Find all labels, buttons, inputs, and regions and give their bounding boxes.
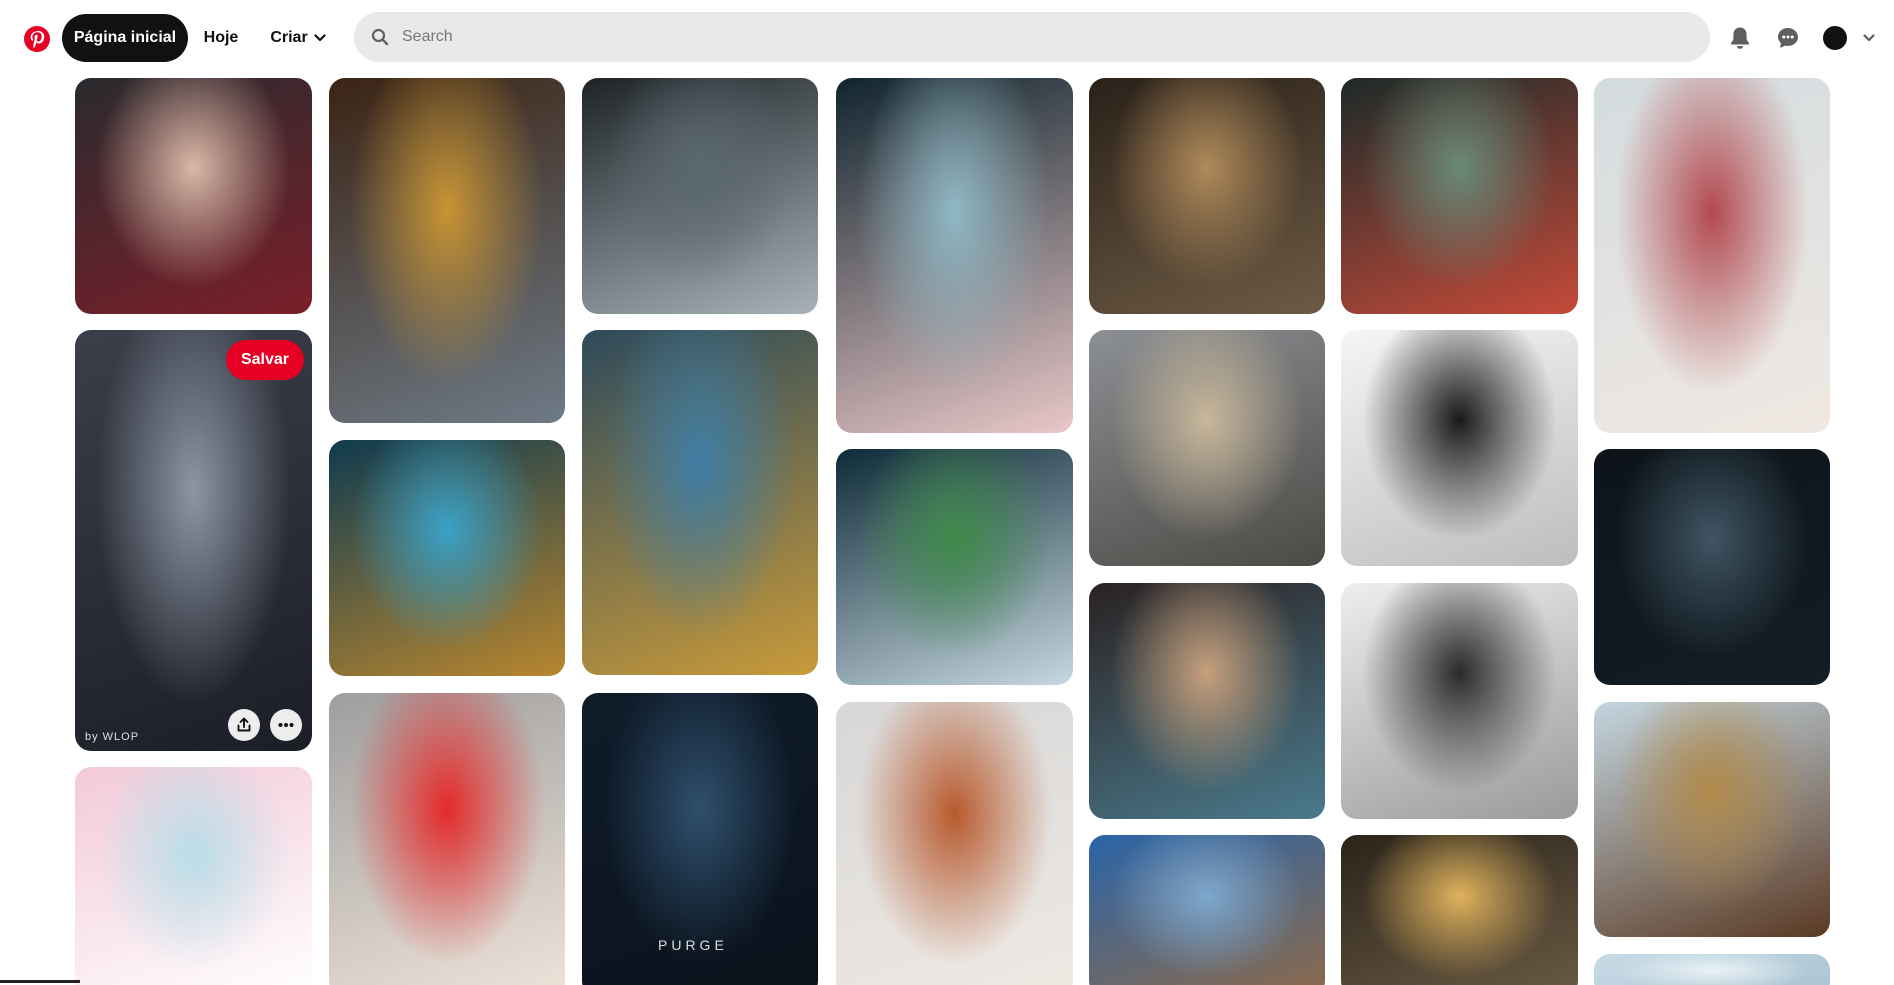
pin-image[interactable]	[329, 693, 565, 985]
pin-image[interactable]	[1089, 835, 1325, 985]
pin-image[interactable]	[836, 78, 1073, 433]
pin-feed: by WLOP Salvar PURGE	[0, 0, 1894, 985]
pin-image[interactable]	[329, 440, 565, 676]
pin-image[interactable]	[1594, 954, 1830, 985]
pin-image[interactable]	[1089, 78, 1325, 314]
poster-title: PURGE	[658, 937, 728, 953]
more-icon[interactable]	[270, 709, 302, 741]
pin-image[interactable]	[582, 78, 818, 314]
pin-image[interactable]	[329, 78, 565, 423]
share-icon[interactable]	[228, 709, 260, 741]
pin-image[interactable]	[582, 330, 818, 675]
pin-image[interactable]	[75, 78, 312, 314]
pin-image[interactable]: PURGE	[582, 693, 818, 985]
pin-image[interactable]	[836, 449, 1073, 685]
pin-image[interactable]	[1089, 583, 1325, 819]
scroll-indicator	[0, 980, 80, 983]
pin-image[interactable]	[1341, 583, 1578, 819]
pin-image-hovered[interactable]: by WLOP Salvar	[75, 330, 312, 751]
save-button[interactable]: Salvar	[226, 340, 304, 380]
pin-image[interactable]	[836, 702, 1073, 985]
pin-image[interactable]	[1594, 702, 1830, 937]
pin-image[interactable]	[1341, 835, 1578, 985]
pin-image[interactable]	[1594, 78, 1830, 433]
pin-image[interactable]	[1341, 78, 1578, 314]
pin-image[interactable]	[1089, 330, 1325, 566]
pin-image[interactable]	[1341, 330, 1578, 566]
pin-watermark: by WLOP	[85, 731, 140, 743]
pin-image[interactable]	[75, 767, 312, 985]
pin-image[interactable]	[1594, 449, 1830, 685]
